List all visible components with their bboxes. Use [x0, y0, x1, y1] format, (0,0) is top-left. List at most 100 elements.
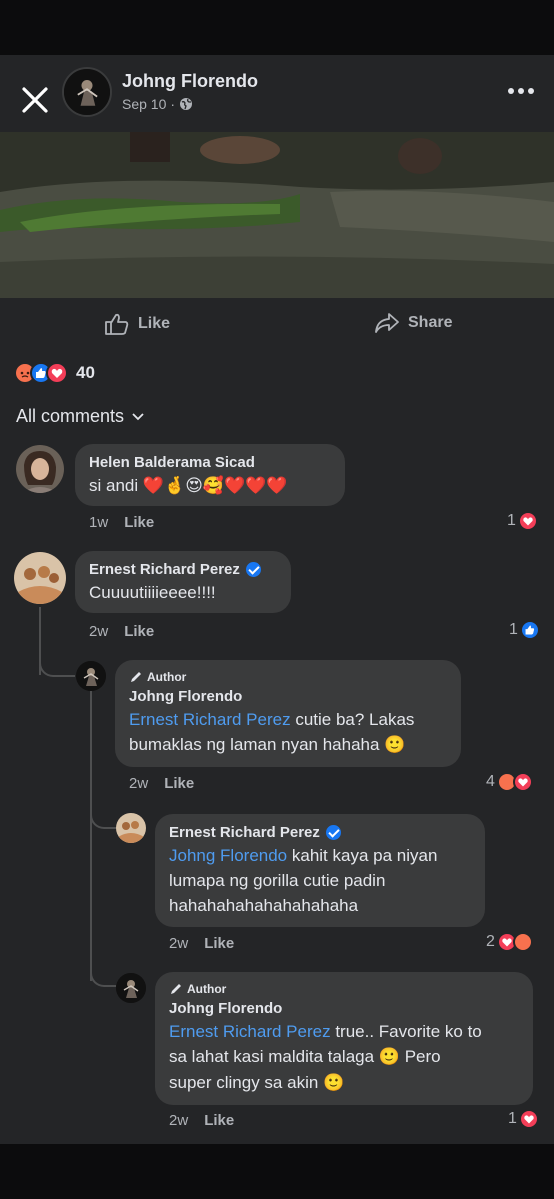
mention-link[interactable]: Ernest Richard Perez	[169, 1022, 331, 1041]
commenter-avatar[interactable]	[76, 661, 106, 691]
comment-reactions[interactable]: 1	[509, 620, 540, 640]
avatar-image	[64, 69, 110, 115]
commenter-name[interactable]: Johng Florendo	[129, 688, 447, 705]
comment-time[interactable]: 2w	[129, 775, 148, 792]
comment-text-body: si andi	[89, 476, 139, 495]
comment-time[interactable]: 2w	[89, 623, 108, 640]
share-label: Share	[408, 314, 453, 331]
close-icon	[22, 87, 48, 113]
comment-bubble[interactable]: Helen Balderama Sicad si andi ❤️🤞😍🥰❤️❤️❤…	[75, 444, 345, 506]
commenter-avatar[interactable]	[16, 445, 64, 493]
like-reaction-icon	[519, 620, 540, 640]
commenter-avatar[interactable]	[14, 552, 66, 604]
share-button[interactable]: Share	[374, 312, 452, 334]
thread-connector	[90, 963, 116, 987]
reactions-summary[interactable]: 40	[14, 362, 95, 384]
commenter-name-text: Ernest Richard Perez	[89, 561, 240, 578]
comment-text-line: cutie ba? Lakas	[295, 710, 415, 729]
like-label: Like	[138, 315, 171, 332]
post-header: Johng Florendo Sep 10 ·	[0, 55, 554, 132]
avatar-image	[116, 973, 146, 1003]
love-reaction-icon	[512, 772, 533, 792]
commenter-avatar[interactable]	[116, 973, 146, 1003]
comment-time[interactable]: 1w	[89, 514, 108, 531]
thumbs-up-icon	[105, 313, 129, 335]
post-video[interactable]	[0, 132, 554, 298]
comments-sort-label: All comments	[16, 406, 125, 426]
chevron-down-icon	[132, 412, 144, 420]
reply-bubble[interactable]: Author Johng Florendo Ernest Richard Per…	[155, 972, 533, 1105]
commenter-name[interactable]: Ernest Richard Perez	[89, 561, 277, 578]
author-tag-label: Author	[147, 670, 187, 684]
reply-bubble[interactable]: Author Johng Florendo Ernest Richard Per…	[115, 660, 461, 767]
comment-text-line: Pero	[404, 1047, 441, 1066]
comment-text: Johng Florendo kahit kaya pa niyan lumap…	[169, 843, 471, 918]
commenter-name[interactable]: Helen Balderama Sicad	[89, 454, 331, 471]
comment-reactions[interactable]: 4	[486, 772, 533, 792]
comment-text-line: lumapa ng gorilla cutie padin	[169, 871, 386, 890]
comment-meta: 2w Like	[89, 623, 154, 640]
author-tag: Author	[129, 670, 447, 684]
comment-emoji: 🙂	[384, 735, 406, 755]
comment-reactions[interactable]: 2	[486, 932, 533, 952]
comment-meta: 2w Like	[129, 775, 194, 792]
comment-like-button[interactable]: Like	[164, 775, 194, 792]
comment-text: Ernest Richard Perez true.. Favorite ko …	[169, 1019, 519, 1096]
mention-link[interactable]: Johng Florendo	[169, 846, 287, 865]
like-button[interactable]: Like	[104, 312, 170, 336]
love-reaction-icon	[518, 1109, 539, 1129]
more-options-button[interactable]	[506, 79, 536, 103]
post-actions: Like Share	[0, 298, 554, 354]
comment-reactions[interactable]: 1	[507, 511, 538, 531]
author-avatar[interactable]	[62, 67, 112, 117]
comment-text: Cuuuutiiiieeee!!!!	[89, 583, 216, 602]
comment-text: Ernest Richard Perez cutie ba? Lakas bum…	[129, 707, 447, 758]
comment-reaction-count: 2	[486, 933, 495, 950]
comment-reaction-count: 4	[486, 773, 495, 790]
commenter-name[interactable]: Ernest Richard Perez	[169, 824, 471, 841]
comment-emoji: 🙂	[323, 1073, 345, 1093]
comments-sort-dropdown[interactable]: All comments	[16, 406, 144, 427]
comment-text: si andi ❤️🤞😍🥰❤️❤️❤️	[89, 473, 331, 499]
reaction-count: 40	[76, 363, 95, 382]
comment-time[interactable]: 2w	[169, 935, 188, 952]
comment-time[interactable]: 2w	[169, 1112, 188, 1129]
share-icon	[375, 313, 399, 333]
verified-badge-icon	[325, 825, 341, 840]
comment-like-button[interactable]: Like	[124, 514, 154, 531]
meta-separator: ·	[170, 96, 176, 112]
comment-text-line: true.. Favorite ko to	[335, 1022, 482, 1041]
love-reaction-icon	[517, 511, 538, 531]
author-tag-label: Author	[187, 982, 227, 996]
comment-reaction-count: 1	[507, 512, 516, 529]
commenter-avatar[interactable]	[116, 813, 146, 843]
comment-text-line: super clingy sa akin	[169, 1073, 319, 1092]
comment-like-button[interactable]: Like	[124, 623, 154, 640]
avatar-image	[76, 661, 106, 691]
comment-text-line: sa lahat kasi maldita talaga	[169, 1047, 375, 1066]
commenter-name[interactable]: Johng Florendo	[169, 1000, 519, 1017]
comment-reaction-count: 1	[509, 621, 518, 638]
video-frame	[0, 132, 554, 298]
comment-meta: 2w Like	[169, 1112, 234, 1129]
comment-emoji: ❤️🤞😍🥰❤️❤️❤️	[142, 476, 288, 496]
love-reaction-icon	[46, 362, 68, 384]
thread-connector	[39, 645, 75, 677]
verified-badge-icon	[245, 562, 261, 577]
comment-like-button[interactable]: Like	[204, 1112, 234, 1129]
post-date[interactable]: Sep 10	[122, 96, 166, 112]
avatar-image	[16, 445, 64, 493]
post-author-name[interactable]: Johng Florendo	[122, 71, 258, 92]
comment-text-line: kahit kaya pa niyan	[291, 846, 438, 865]
avatar-image	[116, 813, 146, 843]
reply-bubble[interactable]: Ernest Richard Perez Johng Florendo kahi…	[155, 814, 485, 927]
pencil-icon	[171, 984, 181, 994]
comment-reactions[interactable]: 1	[508, 1109, 539, 1129]
avatar-image	[14, 552, 66, 604]
comment-meta: 1w Like	[89, 514, 154, 531]
comment-like-button[interactable]: Like	[204, 935, 234, 952]
mention-link[interactable]: Ernest Richard Perez	[129, 710, 291, 729]
thread-line	[90, 691, 92, 981]
comment-bubble[interactable]: Ernest Richard Perez Cuuuutiiiieeee!!!!	[75, 551, 291, 613]
close-button[interactable]	[18, 83, 52, 117]
